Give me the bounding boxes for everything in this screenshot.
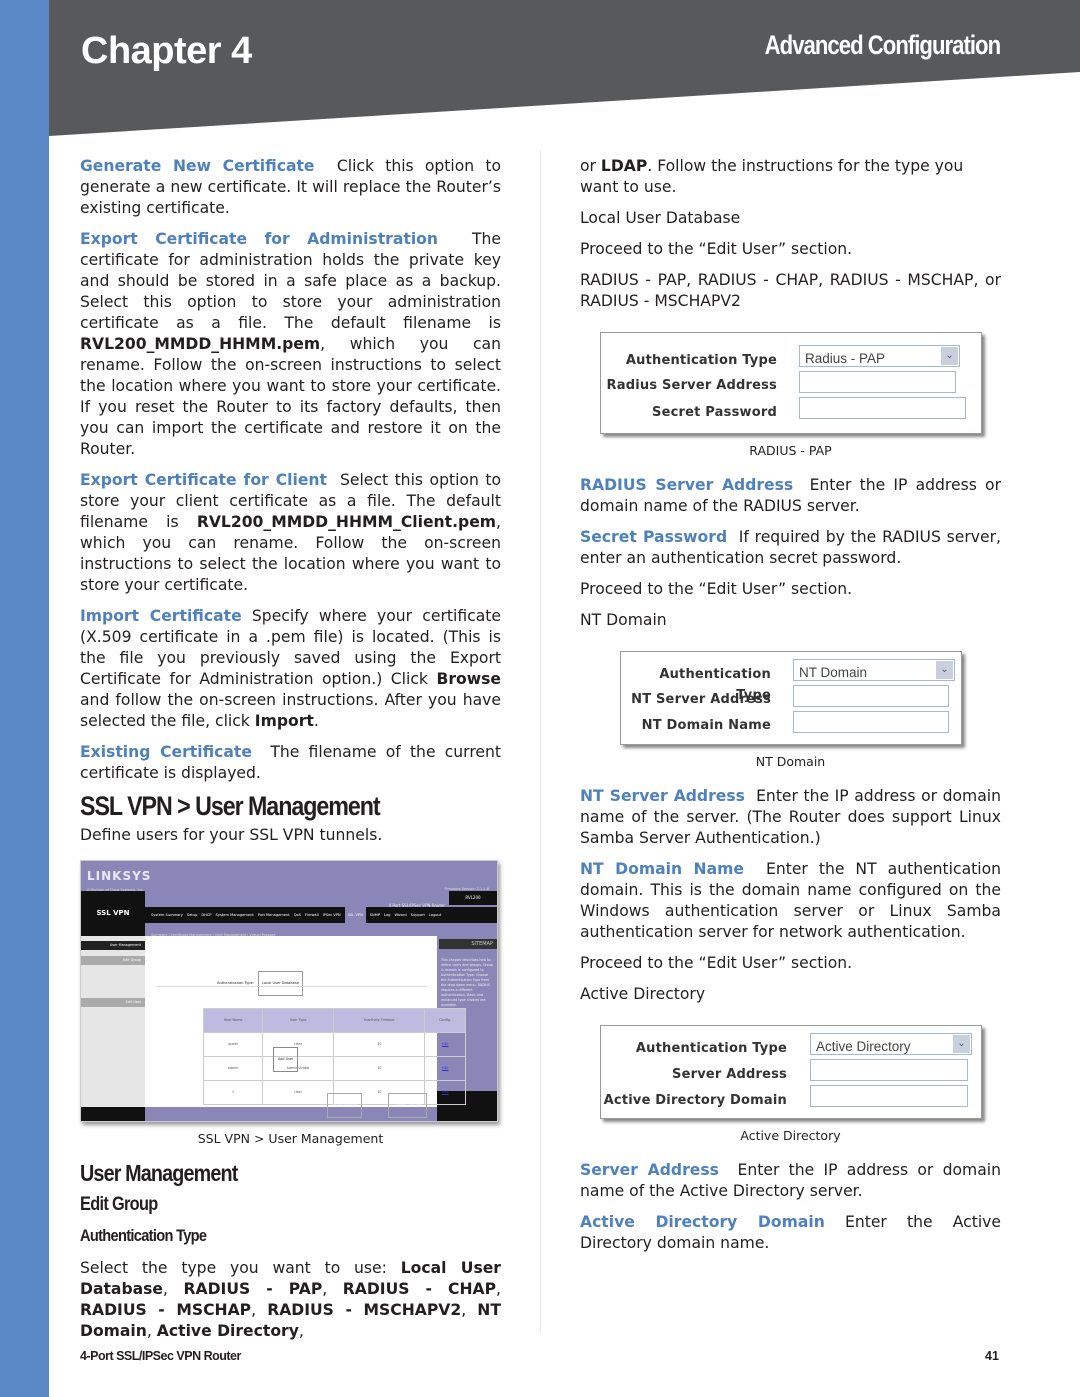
section-title: Advanced Configuration (764, 30, 1001, 60)
screenshot-section-label: SSL VPN (81, 891, 145, 936)
definition-existing-cert: Existing Certificate The filename of the… (80, 743, 501, 782)
tab: Logout (428, 912, 442, 917)
definition-server-address: Server Address Enter the IP address or d… (580, 1161, 1001, 1200)
subheading-radius: RADIUS - PAP, RADIUS - CHAP, RADIUS - MS… (580, 271, 1001, 310)
proceed-note: Proceed to the “Edit User” section. (580, 580, 853, 598)
chapter-color-strip (0, 0, 49, 1397)
auth-type-list: Select the type you want to use: Local U… (80, 1259, 501, 1340)
tab: Setup (186, 912, 198, 917)
subheading-local-db: Local User Database (580, 209, 741, 227)
term: Import Certificate (80, 607, 242, 625)
tab: System Summary (151, 912, 183, 917)
nt-domain-form: Authentication Type NT Server Address NT… (620, 651, 962, 745)
definition-export-client: Export Certificate for Client Select thi… (80, 471, 501, 594)
definition-export-admin: Export Certificate for Administration Th… (80, 230, 501, 458)
continuation: or LDAP. Follow the instructions for the… (580, 157, 964, 196)
secret-password-input[interactable] (799, 397, 966, 419)
active-directory-form: Authentication Type Server Address Activ… (600, 1025, 982, 1119)
definition-secret-password: Secret Password If required by the RADIU… (580, 528, 1001, 567)
definition-radius-server: RADIUS Server Address Enter the IP addre… (580, 476, 1001, 515)
left-column: Generate New Certificate Click this opti… (80, 156, 501, 1352)
authentication-type-select[interactable]: Radius - PAP ⌄ (799, 345, 960, 367)
chevron-down-icon: ⌄ (953, 1035, 970, 1053)
screenshot-tabs: System Summary Setup DHCP System Managem… (145, 900, 497, 930)
proceed-note: Proceed to the “Edit User” section. (580, 954, 853, 972)
nt-domain-name-input[interactable] (793, 711, 949, 733)
tab: System Management (215, 912, 254, 917)
tab: SNMP (369, 912, 381, 917)
term: Export Certificate for Client (80, 471, 327, 489)
server-address-input[interactable] (810, 1059, 968, 1081)
heading-user-management: User Management (80, 1160, 238, 1186)
tab: Log (384, 912, 391, 917)
term: Existing Certificate (80, 743, 252, 761)
figure-caption: RADIUS - PAP (749, 443, 832, 458)
active-directory-domain-input[interactable] (810, 1085, 968, 1107)
definition-nt-domain-name: NT Domain Name Enter the NT authenticati… (580, 860, 1001, 941)
user-table: User Name User Type Inactivity Timeout C… (202, 1008, 466, 1105)
chapter-title: Chapter 4 (81, 30, 252, 72)
radius-pap-form: Authentication Type Radius Server Addres… (600, 332, 982, 434)
tab-active: SSL VPN (344, 900, 366, 930)
tab: Support (410, 912, 425, 917)
column-divider (540, 150, 541, 1332)
definition-nt-server: NT Server Address Enter the IP address o… (580, 787, 1001, 847)
tab: Firewall (305, 912, 319, 917)
tab: Wizard (394, 912, 407, 917)
table-row: admin Administrator 10 Edit (202, 1056, 466, 1081)
subheading-nt-domain: NT Domain (580, 611, 667, 629)
proceed-note: Proceed to the “Edit User” section. (580, 240, 853, 258)
definition-ad-domain: Active Directory Domain Enter the Active… (580, 1213, 1001, 1252)
footer-product-name: 4-Port SSL/IPSec VPN Router (80, 1349, 241, 1363)
term: Generate New Certificate (80, 157, 315, 175)
authentication-type-select[interactable]: NT Domain ⌄ (793, 659, 955, 681)
radius-server-address-input[interactable] (799, 371, 956, 393)
chevron-down-icon: ⌄ (941, 347, 958, 365)
tab: DHCP (201, 912, 212, 917)
figure-caption: Active Directory (740, 1128, 841, 1143)
chevron-down-icon: ⌄ (936, 661, 953, 679)
section-intro: Define users for your SSL VPN tunnels. (80, 826, 383, 844)
definition-generate-cert: Generate New Certificate Click this opti… (80, 157, 501, 217)
heading-edit-group: Edit Group (80, 1194, 158, 1215)
tab: Port Management (257, 912, 290, 917)
table-row: guest User 30 Edit (202, 1032, 466, 1057)
term: Export Certificate for Administration (80, 230, 438, 248)
tab: QoS (293, 912, 302, 917)
tab: IPSec VPN (322, 912, 341, 917)
nt-server-address-input[interactable] (793, 685, 949, 707)
right-column: or LDAP. Follow the instructions for the… (580, 156, 1001, 1264)
subheading-active-directory: Active Directory (580, 985, 706, 1003)
definition-import-cert: Import Certificate Specify where your ce… (80, 607, 501, 730)
authentication-type-select[interactable]: Active Directory ⌄ (810, 1033, 972, 1055)
figure-caption: SSL VPN > User Management (197, 1131, 384, 1146)
section-heading: SSL VPN > User Management (80, 791, 381, 821)
page-number: 41 (985, 1349, 999, 1363)
heading-authentication-type: Authentication Type (80, 1226, 207, 1245)
figure-caption: NT Domain (755, 754, 826, 769)
router-screenshot: LINKSYS A Division of Cisco Systems, Inc… (80, 860, 498, 1122)
